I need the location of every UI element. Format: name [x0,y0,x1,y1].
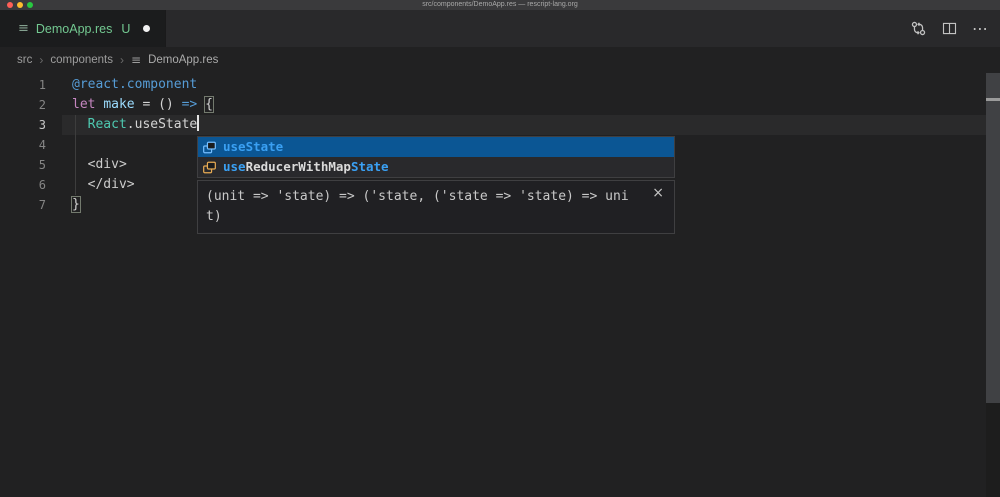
line-number[interactable]: 2 [0,95,46,115]
git-untracked-badge: U [121,22,130,36]
line-number[interactable]: 6 [0,175,46,195]
tab-bar: ≡ DemoApp.res U ⋯ [0,10,1000,47]
suggestion-useReducerWithMapState[interactable]: useReducerWithMapState [198,157,674,177]
code-text: @react.component [72,75,197,95]
scrollbar-track[interactable] [986,73,1000,497]
open-changes-icon[interactable] [910,20,927,37]
close-icon[interactable]: × [652,186,664,200]
line-number[interactable]: 3 [0,115,46,135]
symbol-field-icon-orange [202,160,217,175]
suggest-doc-signature: (unit => 'state) => ('state, ('state => … [206,187,631,227]
tab-demoapp-res[interactable]: ≡ DemoApp.res U [0,10,166,47]
line-number[interactable]: 4 [0,135,46,155]
suggest-doc-panel: (unit => 'state) => ('state, ('state => … [197,180,675,234]
code-line-3[interactable]: 3 React.useState [0,115,1000,135]
titlebar: src/components/DemoApp.res — rescript-la… [0,0,1000,10]
unsaved-changes-dot[interactable] [143,25,150,32]
breadcrumb-components[interactable]: components [50,54,113,66]
suggestion-label: useReducerWithMapState [223,157,389,177]
suggestion-useState[interactable]: useState [198,137,674,157]
code-editor[interactable]: 1@react.component2let make = () => {3 Re… [0,73,1000,497]
text-cursor [197,115,199,131]
code-line-2[interactable]: 2 let make = () => { [0,95,1000,115]
suggest-list: useStateuseReducerWithMapState [197,136,675,178]
code-text: } [72,195,80,215]
scrollbar-slider[interactable] [986,73,1000,403]
line-number[interactable]: 7 [0,195,46,215]
suggestion-label: useState [223,137,283,157]
vscode-window: src/components/DemoApp.res — rescript-la… [0,0,1000,497]
code-text: let make = () => { [72,95,213,115]
window-title: src/components/DemoApp.res — rescript-la… [0,0,1000,10]
suggest-widget: useStateuseReducerWithMapState (unit => … [197,136,675,234]
code-text: React.useState [72,115,199,135]
line-number[interactable]: 1 [0,75,46,95]
file-list-icon: ≡ [18,21,29,36]
line-number[interactable]: 5 [0,155,46,175]
code-text: </div> [72,175,135,195]
more-actions-icon[interactable]: ⋯ [972,21,988,37]
breadcrumb-file[interactable]: DemoApp.res [148,54,218,66]
chevron-right-icon: › [39,53,43,67]
editor-actions: ⋯ [910,10,988,47]
breadcrumb-src[interactable]: src [17,54,32,66]
split-editor-icon[interactable] [942,21,957,36]
overview-ruler-cursor-mark [986,98,1000,101]
code-line-1[interactable]: 1 @react.component [0,75,1000,95]
symbol-field-icon-blue [202,140,217,155]
chevron-right-icon: › [120,53,124,67]
file-list-icon: ≡ [131,53,141,67]
breadcrumb: src › components › ≡ DemoApp.res [0,47,1000,73]
code-text: <div> [72,155,127,175]
tab-label: DemoApp.res [36,22,112,36]
